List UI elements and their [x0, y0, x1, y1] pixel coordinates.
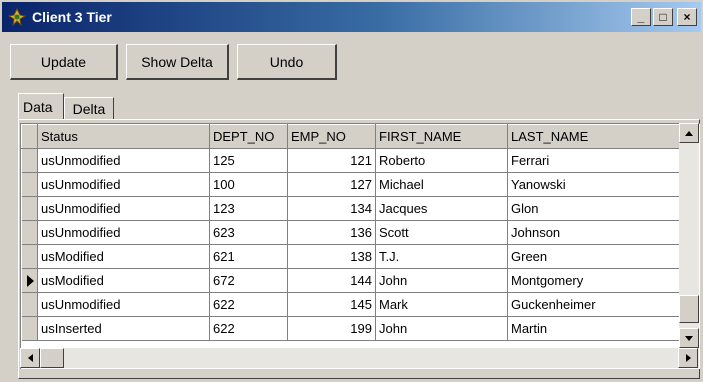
data-grid[interactable]: Status DEPT_NO EMP_NO FIRST_NAME LAST_NA… [20, 123, 700, 369]
table-row[interactable]: usUnmodified 623 136 Scott Johnson [21, 220, 680, 245]
cell-first-name[interactable]: John [375, 316, 508, 341]
row-indicator[interactable] [21, 196, 38, 221]
cell-first-name[interactable]: John [375, 268, 508, 293]
cell-first-name[interactable]: Michael [375, 172, 508, 197]
cell-first-name[interactable]: Jacques [375, 196, 508, 221]
cell-status[interactable]: usUnmodified [37, 172, 210, 197]
column-header-dept-no[interactable]: DEPT_NO [209, 124, 288, 149]
grid-table: Status DEPT_NO EMP_NO FIRST_NAME LAST_NA… [21, 124, 680, 341]
horizontal-scroll-thumb[interactable] [40, 348, 64, 368]
show-delta-button[interactable]: Show Delta [126, 44, 229, 80]
column-header-last-name[interactable]: LAST_NAME [507, 124, 680, 149]
column-header-emp-no[interactable]: EMP_NO [287, 124, 376, 149]
cell-emp-no[interactable]: 145 [287, 292, 376, 317]
cell-emp-no[interactable]: 138 [287, 244, 376, 269]
row-indicator[interactable] [21, 244, 38, 269]
table-row[interactable]: usUnmodified 100 127 Michael Yanowski [21, 172, 680, 197]
scroll-left-button[interactable] [20, 348, 40, 368]
cell-emp-no[interactable]: 134 [287, 196, 376, 221]
column-header-status[interactable]: Status [37, 124, 210, 149]
table-row[interactable]: usInserted 622 199 John Martin [21, 316, 680, 341]
cell-dept-no[interactable]: 622 [209, 292, 288, 317]
cell-emp-no[interactable]: 136 [287, 220, 376, 245]
row-indicator[interactable] [21, 172, 38, 197]
tab-delta[interactable]: Delta [63, 97, 115, 119]
cell-status[interactable]: usUnmodified [37, 292, 210, 317]
tab-data[interactable]: Data [18, 93, 64, 119]
cell-status[interactable]: usUnmodified [37, 148, 210, 173]
cell-status[interactable]: usModified [37, 268, 210, 293]
scroll-down-button[interactable] [679, 328, 699, 348]
cell-dept-no[interactable]: 125 [209, 148, 288, 173]
table-row[interactable]: usUnmodified 123 134 Jacques Glon [21, 196, 680, 221]
table-row-current[interactable]: usModified 672 144 John Montgomery [21, 268, 680, 293]
cell-emp-no[interactable]: 127 [287, 172, 376, 197]
cell-last-name[interactable]: Martin [507, 316, 680, 341]
cell-emp-no[interactable]: 199 [287, 316, 376, 341]
close-button[interactable]: × [677, 8, 697, 26]
cell-first-name[interactable]: Roberto [375, 148, 508, 173]
cell-status[interactable]: usUnmodified [37, 220, 210, 245]
grid-header-row: Status DEPT_NO EMP_NO FIRST_NAME LAST_NA… [21, 124, 680, 149]
current-row-arrow-icon [26, 274, 34, 287]
vertical-scrollbar[interactable] [679, 123, 699, 348]
cell-last-name[interactable]: Yanowski [507, 172, 680, 197]
cell-last-name[interactable]: Glon [507, 196, 680, 221]
scroll-up-arrow-icon [685, 130, 693, 136]
vertical-scroll-thumb[interactable] [679, 295, 699, 323]
maximize-button[interactable]: □ [653, 8, 673, 26]
cell-dept-no[interactable]: 672 [209, 268, 288, 293]
table-row[interactable]: usUnmodified 622 145 Mark Guckenheimer [21, 292, 680, 317]
scroll-down-arrow-icon [685, 335, 693, 341]
minimize-button[interactable]: _ [631, 8, 651, 26]
scroll-right-button[interactable] [678, 348, 698, 368]
row-indicator[interactable] [21, 316, 38, 341]
cell-first-name[interactable]: Scott [375, 220, 508, 245]
cell-emp-no[interactable]: 144 [287, 268, 376, 293]
cell-first-name[interactable]: Mark [375, 292, 508, 317]
cell-last-name[interactable]: Guckenheimer [507, 292, 680, 317]
row-indicator[interactable] [21, 220, 38, 245]
caption-buttons: _ □ × [631, 8, 697, 26]
title-bar[interactable]: Client 3 Tier _ □ × [2, 2, 701, 32]
cell-status[interactable]: usUnmodified [37, 196, 210, 221]
cell-last-name[interactable]: Montgomery [507, 268, 680, 293]
column-header-first-name[interactable]: FIRST_NAME [375, 124, 508, 149]
scroll-left-arrow-icon [27, 354, 33, 362]
cell-dept-no[interactable]: 623 [209, 220, 288, 245]
toolbar: Update Show Delta Undo [10, 44, 337, 80]
header-indicator [21, 124, 38, 149]
cell-last-name[interactable]: Ferrari [507, 148, 680, 173]
scroll-up-button[interactable] [679, 123, 699, 143]
cell-emp-no[interactable]: 121 [287, 148, 376, 173]
row-indicator[interactable] [21, 148, 38, 173]
window-title: Client 3 Tier [32, 9, 112, 25]
table-row[interactable]: usUnmodified 125 121 Roberto Ferrari [21, 148, 680, 173]
row-indicator[interactable] [21, 292, 38, 317]
cell-status[interactable]: usInserted [37, 316, 210, 341]
scroll-right-arrow-icon [685, 354, 691, 362]
app-window: Client 3 Tier _ □ × Update Show Delta Un… [0, 0, 703, 382]
app-icon[interactable] [7, 7, 27, 27]
cell-dept-no[interactable]: 621 [209, 244, 288, 269]
cell-last-name[interactable]: Johnson [507, 220, 680, 245]
cell-first-name[interactable]: T.J. [375, 244, 508, 269]
cell-last-name[interactable]: Green [507, 244, 680, 269]
update-button[interactable]: Update [10, 44, 118, 80]
cell-dept-no[interactable]: 123 [209, 196, 288, 221]
cell-dept-no[interactable]: 100 [209, 172, 288, 197]
undo-button[interactable]: Undo [237, 44, 337, 80]
cell-dept-no[interactable]: 622 [209, 316, 288, 341]
tab-strip: Data Delta [18, 93, 115, 119]
table-row[interactable]: usModified 621 138 T.J. Green [21, 244, 680, 269]
cell-status[interactable]: usModified [37, 244, 210, 269]
current-row-indicator[interactable] [21, 268, 38, 293]
horizontal-scrollbar[interactable] [20, 348, 699, 368]
